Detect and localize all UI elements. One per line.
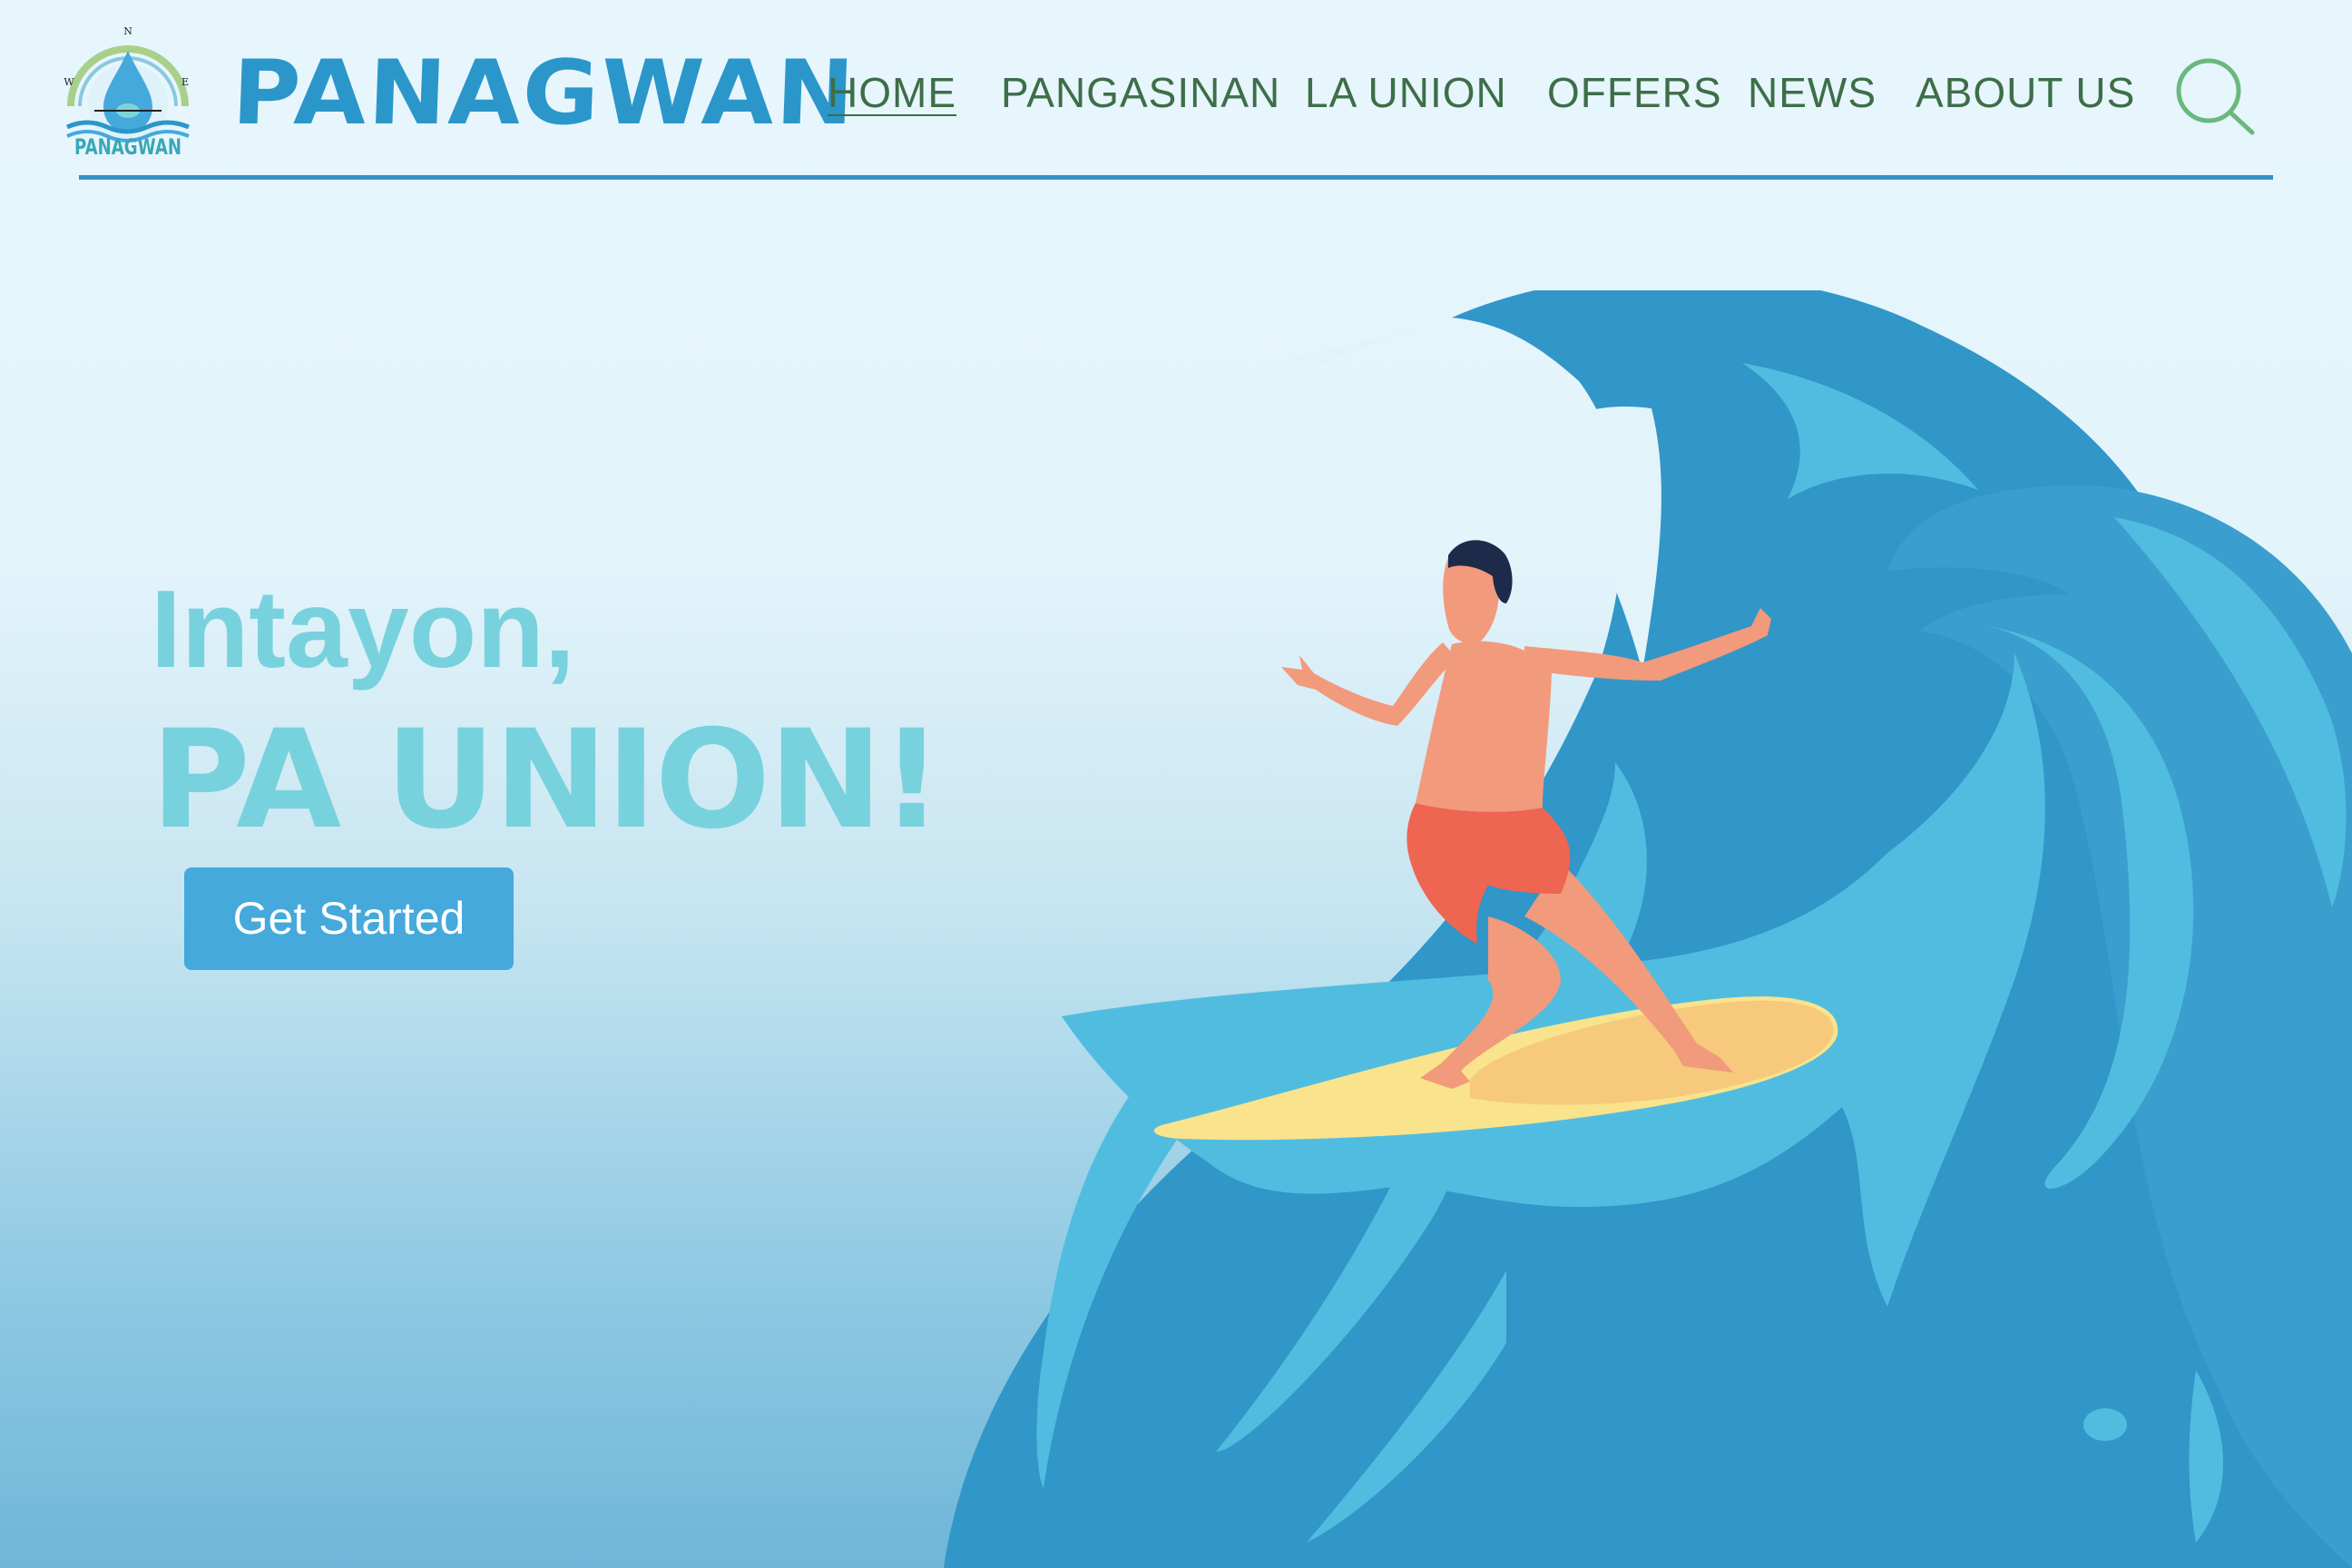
compass-north-label: N <box>123 25 132 37</box>
nav-news[interactable]: NEWS <box>1748 65 1877 120</box>
foam-drop <box>2083 1408 2127 1441</box>
hero-title: PA UNION! <box>151 701 943 859</box>
surfer-wave-illustration <box>944 290 2352 1568</box>
brand-name[interactable]: PANAGWAN <box>230 42 858 145</box>
nav-la-union[interactable]: LA UNION <box>1305 65 1507 120</box>
compass-west-label: W <box>64 76 74 88</box>
nav-pangasinan[interactable]: PANGASINAN <box>1001 65 1280 120</box>
site-header: N W E PANAGWAN PANAGWAN HOME PANGASINAN … <box>0 0 2352 181</box>
nav-offers[interactable]: OFFERS <box>1547 65 1722 120</box>
surfer-left-arm <box>1281 642 1456 726</box>
nav-about-us[interactable]: ABOUT US <box>1916 65 2135 120</box>
get-started-button[interactable]: Get Started <box>184 867 514 970</box>
header-divider <box>79 175 2273 180</box>
wave-back-curl <box>1209 318 1452 404</box>
panagwan-logo[interactable]: N W E PANAGWAN <box>60 20 196 156</box>
nav-home[interactable]: HOME <box>828 65 956 120</box>
logo-wordmark: PANAGWAN <box>74 134 181 156</box>
wave-back-tongue <box>1529 407 1661 671</box>
hero-kicker: Intayon, <box>151 567 575 691</box>
search-icon[interactable] <box>2174 56 2256 138</box>
compass-east-label: E <box>181 76 189 88</box>
